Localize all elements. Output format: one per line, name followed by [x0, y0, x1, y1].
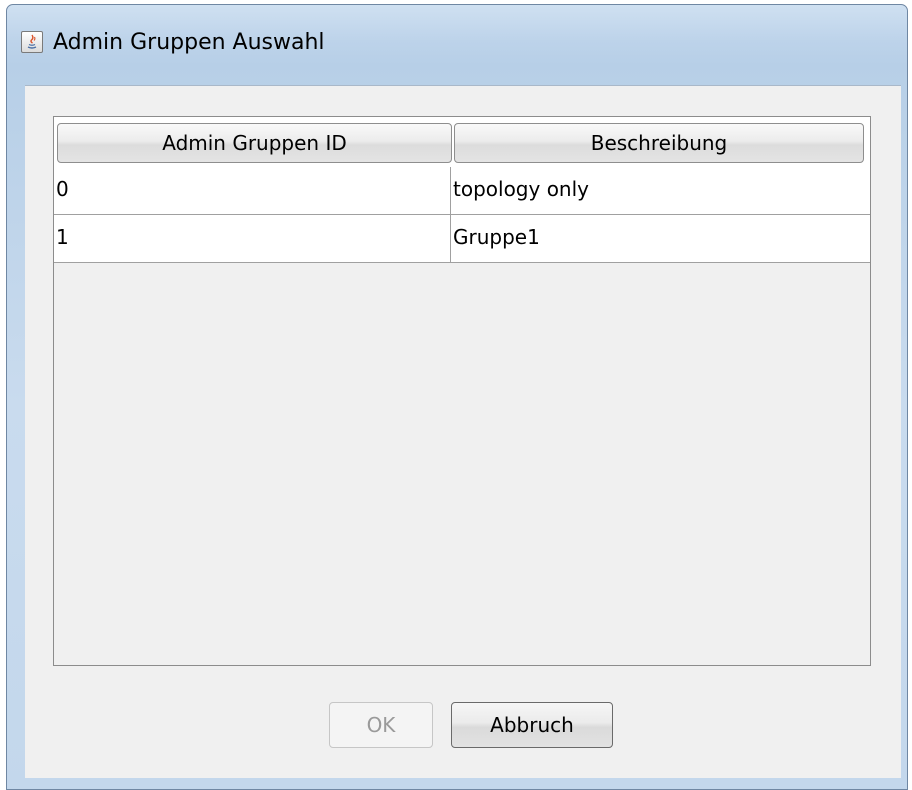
column-header-description[interactable]: Beschreibung — [454, 123, 864, 163]
table-row[interactable]: 1 Gruppe1 — [54, 215, 870, 263]
java-app-icon — [21, 31, 43, 53]
window-title: Admin Gruppen Auswahl — [53, 30, 325, 55]
cancel-button[interactable]: Abbruch — [451, 702, 613, 748]
table-row[interactable]: 0 topology only — [54, 167, 870, 215]
title-bar[interactable]: Admin Gruppen Auswahl — [7, 5, 907, 87]
column-header-admin-group-id[interactable]: Admin Gruppen ID — [57, 123, 452, 163]
cell-admin-group-id[interactable]: 1 — [54, 215, 450, 262]
admin-groups-table[interactable]: Admin Gruppen ID Beschreibung 0 topology… — [53, 116, 871, 666]
ok-button[interactable]: OK — [329, 702, 433, 748]
cell-description[interactable]: topology only — [451, 167, 870, 214]
cell-description[interactable]: Gruppe1 — [451, 215, 870, 262]
cell-admin-group-id[interactable]: 0 — [54, 167, 450, 214]
table-header: Admin Gruppen ID Beschreibung — [54, 117, 870, 167]
dialog-content: Admin Gruppen ID Beschreibung 0 topology… — [25, 85, 901, 778]
dialog-window: Admin Gruppen Auswahl Admin Gruppen ID B… — [6, 4, 908, 790]
